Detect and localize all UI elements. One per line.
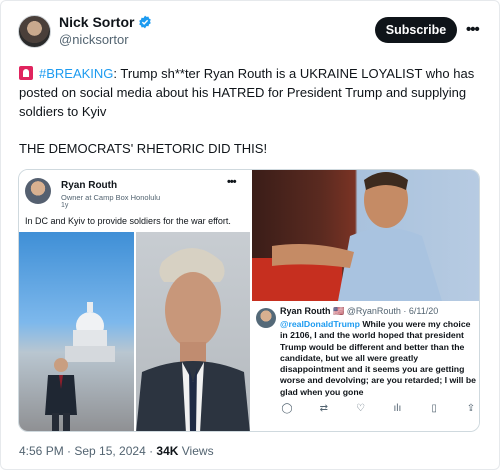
flag-icon: 🇺🇸 [333, 306, 345, 316]
embedded-tweet-mention: @realDonaldTrump [280, 319, 360, 329]
author-avatar[interactable] [18, 15, 51, 48]
views-label: Views [178, 444, 214, 458]
views-count: 34K [156, 444, 179, 458]
embedded-post-left[interactable]: Ryan Routh Owner at Camp Box Honolulu 1y… [19, 170, 250, 431]
subscribe-button[interactable]: Subscribe [375, 17, 457, 43]
embedded-more-icon: ••• [227, 176, 237, 188]
analytics-icon: ılı [393, 403, 402, 414]
embedded-avatar [25, 178, 51, 204]
author-handle[interactable]: @nicksortor [59, 32, 129, 47]
embedded-tweet-name: Ryan Routh [280, 306, 331, 316]
comment-icon: ◯ [281, 403, 293, 414]
embedded-subtitle: Owner at Camp Box Honolulu [61, 193, 161, 202]
embedded-tweet-header: Ryan Routh 🇺🇸 @RyanRouth · 6/11/20 [280, 306, 438, 317]
post-text: #BREAKING: Trump sh**ter Ryan Routh is a… [19, 64, 489, 121]
portrait-photo [136, 232, 250, 431]
retweet-icon: ⇄ [319, 403, 328, 414]
author-name-row: Nick Sortor [59, 14, 152, 30]
more-horizontal-icon[interactable]: ••• [466, 21, 480, 38]
author-display-name[interactable]: Nick Sortor [59, 14, 134, 30]
embedded-time: 1y [61, 202, 69, 209]
capitol-dome-shape [65, 302, 115, 362]
tweet-card: Nick Sortor @nicksortor Subscribe ••• #B… [0, 0, 500, 470]
capitol-photo [19, 232, 134, 431]
embedded-tweet-actions: ◯ ⇄ ♡ ılı ▯ ⇪ [280, 403, 478, 414]
share-icon: ⇪ [466, 403, 476, 414]
like-icon: ♡ [356, 403, 366, 414]
outdoor-photo[interactable] [252, 170, 479, 301]
hashtag-link[interactable]: #BREAKING [39, 66, 113, 81]
siren-icon [19, 66, 33, 80]
man-standing-shape [45, 358, 77, 431]
post-text-second: THE DEMOCRATS' RHETORIC DID THIS! [19, 141, 268, 156]
post-meta: 4:56 PM · Sep 15, 2024 · 34K Views [19, 444, 214, 458]
embedded-tweet-body: @realDonaldTrump While you were my choic… [280, 319, 479, 398]
embedded-tweet-handle-date: @RyanRouth · 6/11/20 [346, 306, 439, 316]
embedded-tweet-avatar [256, 308, 276, 328]
embedded-tweet-text: While you were my choice in 2106, I and … [280, 319, 476, 397]
embedded-text: In DC and Kyiv to provide soldiers for t… [25, 216, 231, 226]
embedded-name: Ryan Routh [61, 180, 118, 191]
bookmark-icon: ▯ [431, 403, 437, 414]
verified-badge-icon [139, 15, 152, 29]
post-timestamp[interactable]: 4:56 PM · Sep 15, 2024 · [19, 444, 156, 458]
embedded-tweet-right[interactable]: Ryan Routh 🇺🇸 @RyanRouth · 6/11/20 @real… [252, 301, 479, 431]
media-grid[interactable]: Ryan Routh Owner at Camp Box Honolulu 1y… [18, 169, 480, 432]
